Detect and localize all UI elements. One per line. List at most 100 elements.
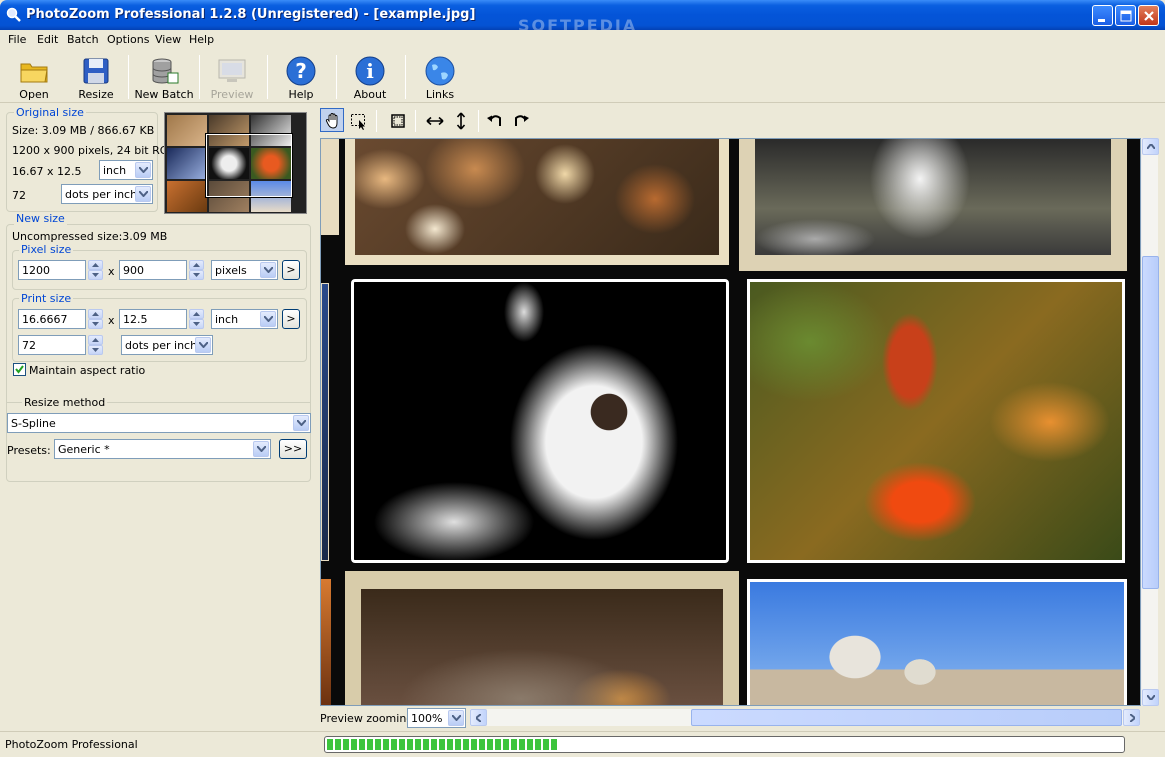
spinner-up[interactable] bbox=[88, 260, 103, 270]
preview-button[interactable]: Preview bbox=[204, 51, 260, 101]
spinner-down[interactable] bbox=[189, 270, 204, 280]
pixel-height-input[interactable]: 900 bbox=[119, 260, 187, 280]
close-button[interactable] bbox=[1138, 5, 1159, 26]
menu-view[interactable]: View bbox=[155, 33, 181, 46]
app-magnifier-icon bbox=[6, 7, 21, 22]
spinner-up[interactable] bbox=[88, 309, 103, 319]
progress-bar bbox=[324, 736, 1125, 753]
menu-options[interactable]: Options bbox=[107, 33, 149, 46]
horizontal-scroll-thumb[interactable] bbox=[691, 709, 1122, 726]
about-button[interactable]: i About bbox=[342, 51, 398, 101]
horizontal-scrollbar[interactable] bbox=[470, 709, 1140, 726]
scroll-up-button[interactable] bbox=[1142, 138, 1159, 155]
photo-partial-left-middle bbox=[321, 283, 329, 561]
scroll-left-button[interactable] bbox=[470, 709, 487, 726]
pan-tool-button[interactable] bbox=[320, 108, 344, 132]
spinner-up[interactable] bbox=[189, 260, 204, 270]
original-size-info: Size: 3.09 MB / 866.67 KB bbox=[12, 124, 155, 137]
status-text: PhotoZoom Professional bbox=[5, 738, 138, 751]
arrow-up-icon bbox=[193, 312, 200, 316]
zoom-bar: Preview zooming: 100% bbox=[318, 706, 1165, 729]
dropdown-arrow[interactable] bbox=[260, 311, 276, 327]
maintain-aspect-label[interactable]: Maintain aspect ratio bbox=[29, 364, 145, 377]
pixel-width-input[interactable]: 1200 bbox=[18, 260, 86, 280]
thumbnail-orange bbox=[167, 181, 207, 212]
toolbar-separator bbox=[336, 55, 337, 99]
print-unit-select[interactable]: inch bbox=[211, 309, 278, 329]
print-resolution-input[interactable]: 72 bbox=[18, 335, 86, 355]
dropdown-arrow[interactable] bbox=[260, 262, 276, 278]
presets-value: Generic * bbox=[58, 443, 110, 456]
photo-wedding bbox=[755, 139, 1111, 255]
toolbar-separator bbox=[199, 55, 200, 99]
spinner-down[interactable] bbox=[88, 270, 103, 280]
help-button[interactable]: ? Help bbox=[273, 51, 329, 101]
vertical-scroll-thumb[interactable] bbox=[1142, 256, 1159, 589]
chevron-down-icon bbox=[264, 316, 273, 322]
spinner-down[interactable] bbox=[88, 345, 103, 355]
arrow-up-icon bbox=[1147, 144, 1155, 149]
fit-width-button[interactable] bbox=[422, 108, 446, 132]
open-button[interactable]: Open bbox=[6, 51, 62, 101]
print-width-spinner[interactable] bbox=[88, 309, 103, 329]
preview-zoom-select[interactable]: 100% bbox=[407, 708, 466, 728]
maximize-button[interactable] bbox=[1115, 5, 1136, 26]
progress-fill bbox=[327, 739, 558, 750]
rotate-left-button[interactable] bbox=[482, 108, 506, 132]
spinner-up[interactable] bbox=[189, 309, 204, 319]
menu-file[interactable]: File bbox=[8, 33, 26, 46]
vertical-scrollbar[interactable] bbox=[1141, 138, 1159, 706]
resize-button[interactable]: Resize bbox=[68, 51, 124, 101]
original-resolution-unit-select[interactable]: dots per inch bbox=[61, 184, 153, 204]
pixel-width-spinner[interactable] bbox=[88, 260, 103, 280]
print-times-sign: x bbox=[108, 314, 115, 327]
print-height-spinner[interactable] bbox=[189, 309, 204, 329]
spinner-up[interactable] bbox=[88, 335, 103, 345]
crop-tool-button[interactable] bbox=[385, 108, 409, 132]
minimize-button[interactable] bbox=[1092, 5, 1113, 26]
spinner-down[interactable] bbox=[189, 319, 204, 329]
resize-method-select[interactable]: S-Spline bbox=[7, 413, 311, 433]
monitor-preview-icon bbox=[218, 59, 246, 82]
menu-help[interactable]: Help bbox=[189, 33, 214, 46]
title-bar[interactable]: PhotoZoom Professional 1.2.8 (Unregister… bbox=[0, 0, 1165, 35]
print-width-input[interactable]: 16.6667 bbox=[18, 309, 86, 329]
dropdown-arrow[interactable] bbox=[135, 186, 151, 202]
photo-partial-left-top bbox=[321, 139, 339, 235]
hand-icon bbox=[325, 113, 338, 129]
dropdown-arrow[interactable] bbox=[253, 441, 269, 457]
preview-zoom-label: Preview zooming: bbox=[320, 712, 417, 725]
floppy-disk-icon bbox=[83, 58, 109, 84]
menu-edit[interactable]: Edit bbox=[37, 33, 58, 46]
maintain-aspect-checkbox[interactable] bbox=[13, 363, 26, 376]
dropdown-arrow[interactable] bbox=[195, 337, 211, 353]
rotate-right-button[interactable] bbox=[508, 108, 532, 132]
window-title: PhotoZoom Professional 1.2.8 (Unregister… bbox=[26, 7, 476, 22]
menu-batch[interactable]: Batch bbox=[67, 33, 99, 46]
checkmark-icon bbox=[15, 365, 24, 374]
select-tool-button[interactable] bbox=[346, 108, 370, 132]
pixel-unit-select[interactable]: pixels bbox=[211, 260, 278, 280]
pixel-size-apply-button[interactable]: > bbox=[282, 260, 300, 280]
pixel-height-spinner[interactable] bbox=[189, 260, 204, 280]
image-preview-canvas[interactable] bbox=[320, 138, 1141, 706]
info-icon: i bbox=[355, 56, 385, 86]
print-resolution-unit-select[interactable]: dots per inch bbox=[121, 335, 213, 355]
dropdown-arrow[interactable] bbox=[448, 710, 464, 726]
scroll-right-button[interactable] bbox=[1123, 709, 1140, 726]
print-resolution-spinner[interactable] bbox=[88, 335, 103, 355]
print-height-input[interactable]: 12.5 bbox=[119, 309, 187, 329]
dropdown-arrow[interactable] bbox=[135, 162, 151, 178]
print-size-apply-button[interactable]: > bbox=[282, 309, 300, 329]
presets-menu-button[interactable]: >> bbox=[279, 439, 307, 459]
thumbnail-navigator[interactable] bbox=[164, 112, 307, 214]
original-unit-select[interactable]: inch bbox=[99, 160, 153, 180]
dropdown-arrow[interactable] bbox=[293, 415, 309, 431]
scroll-down-button[interactable] bbox=[1142, 689, 1159, 706]
navigator-viewport-frame[interactable] bbox=[206, 134, 292, 197]
new-batch-button[interactable]: New Batch bbox=[133, 51, 195, 101]
fit-height-button[interactable] bbox=[448, 108, 472, 132]
spinner-down[interactable] bbox=[88, 319, 103, 329]
links-button[interactable]: Links bbox=[412, 51, 468, 101]
presets-select[interactable]: Generic * bbox=[54, 439, 271, 459]
